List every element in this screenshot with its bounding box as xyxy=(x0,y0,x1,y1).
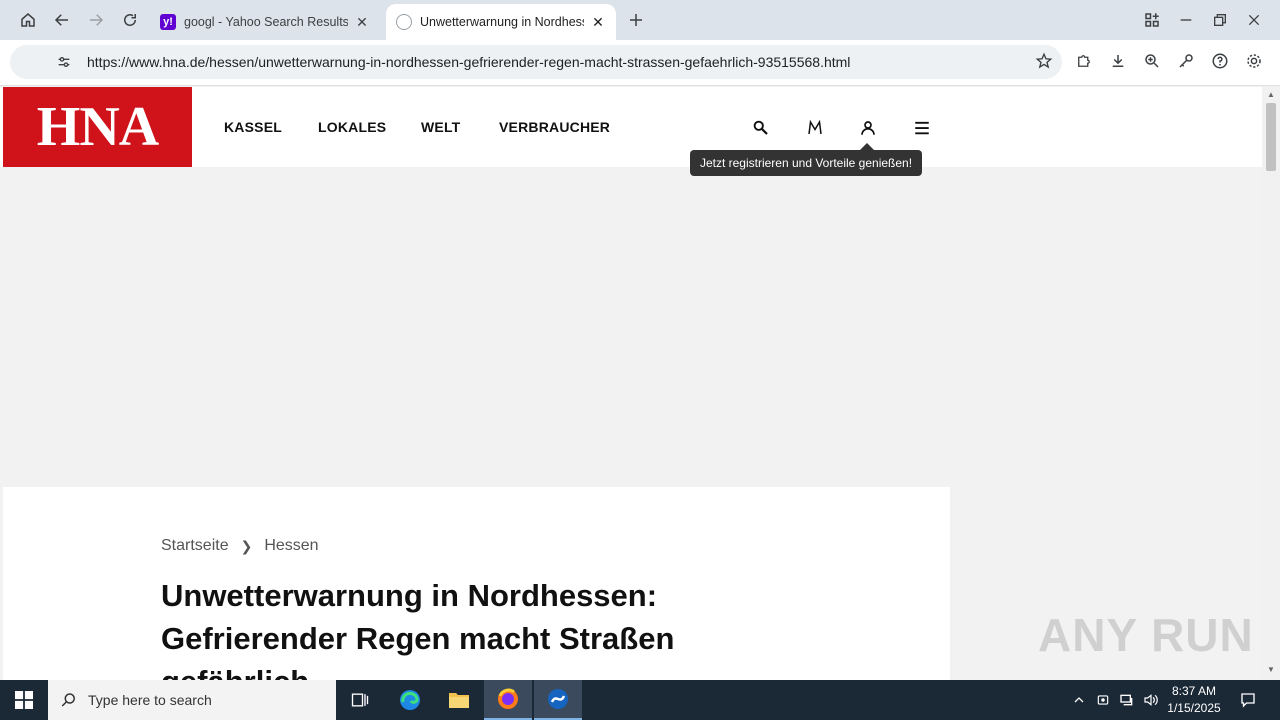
yahoo-icon: y! xyxy=(160,14,176,30)
key-icon[interactable] xyxy=(1174,49,1198,73)
site-header: HNA KASSEL LOKALES WELT VERBRAUCHER Jetz… xyxy=(0,87,1262,176)
zoom-icon[interactable] xyxy=(1140,49,1164,73)
nav-lokales[interactable]: LOKALES xyxy=(318,119,386,135)
hna-logo[interactable]: HNA xyxy=(3,87,192,167)
help-icon[interactable] xyxy=(1208,49,1232,73)
network-icon[interactable] xyxy=(1116,680,1138,720)
browser-tabbar: y! googl - Yahoo Search Results ✕ Unwett… xyxy=(0,0,1280,40)
breadcrumb-startseite[interactable]: Startseite xyxy=(161,537,229,555)
task-view-icon[interactable] xyxy=(336,680,384,720)
scroll-thumb[interactable] xyxy=(1266,103,1276,171)
scrollbar[interactable]: ▲ ▼ xyxy=(1262,87,1280,680)
user-icon[interactable] xyxy=(855,115,881,141)
nav-welt[interactable]: WELT xyxy=(421,119,460,135)
taskbar-search[interactable]: Type here to search xyxy=(48,680,336,720)
globe-icon xyxy=(396,14,412,30)
file-explorer-icon[interactable] xyxy=(435,680,483,720)
tab-title: googl - Yahoo Search Results xyxy=(184,15,348,29)
restore-icon[interactable] xyxy=(1206,6,1234,34)
article-headline: Unwetterwarnung in Nordhessen: Gefrieren… xyxy=(161,578,675,680)
close-window-icon[interactable] xyxy=(1240,6,1268,34)
clock-date: 1/15/2025 xyxy=(1167,701,1221,715)
tab-hna-article[interactable]: Unwetterwarnung in Nordhessen: Gefrieren… xyxy=(386,4,616,40)
meeting-icon[interactable] xyxy=(1092,680,1114,720)
merkur-m-icon[interactable] xyxy=(802,115,828,141)
back-icon[interactable] xyxy=(48,6,76,34)
clock-time: 8:37 AM xyxy=(1171,684,1217,698)
search-icon xyxy=(60,691,78,709)
windows-start-icon[interactable] xyxy=(0,680,48,720)
extensions-grid-icon[interactable] xyxy=(1138,6,1166,34)
system-clock[interactable]: 8:37 AM 1/15/2025 xyxy=(1160,683,1228,717)
gear-icon[interactable] xyxy=(1242,49,1266,73)
register-tooltip: Jetzt registrieren und Vorteile genießen… xyxy=(690,143,922,176)
windows-taskbar: Type here to search 8:37 AM 1/15/2025 xyxy=(0,680,1280,720)
reload-icon[interactable] xyxy=(116,6,144,34)
tab-yahoo-search[interactable]: y! googl - Yahoo Search Results ✕ xyxy=(150,4,380,40)
edge-icon[interactable] xyxy=(386,680,434,720)
new-tab-icon[interactable] xyxy=(622,6,650,34)
site-settings-icon[interactable] xyxy=(52,50,76,74)
url-text: https://www.hna.de/hessen/unwetterwarnun… xyxy=(87,54,851,70)
app-icon[interactable] xyxy=(534,680,582,720)
web-page: HNA KASSEL LOKALES WELT VERBRAUCHER Jetz… xyxy=(0,87,1262,680)
article-card: Startseite ❯ Hessen Unwetterwarnung in N… xyxy=(3,487,950,680)
notification-icon[interactable] xyxy=(1234,680,1262,720)
extension-puzzle-icon[interactable] xyxy=(1072,49,1096,73)
home-icon[interactable] xyxy=(14,6,42,34)
scroll-down-icon[interactable]: ▼ xyxy=(1266,665,1276,675)
address-bar[interactable]: https://www.hna.de/hessen/unwetterwarnun… xyxy=(10,45,1062,79)
tab-title: Unwetterwarnung in Nordhessen: Gefrieren… xyxy=(420,15,584,29)
nav-verbraucher[interactable]: VERBRAUCHER xyxy=(499,119,610,135)
anyrun-watermark: ANY RUN xyxy=(1038,609,1254,661)
breadcrumb-hessen[interactable]: Hessen xyxy=(264,537,318,555)
menu-icon[interactable] xyxy=(909,115,935,141)
search-placeholder: Type here to search xyxy=(88,692,212,708)
volume-icon[interactable] xyxy=(1140,680,1162,720)
star-icon[interactable] xyxy=(1032,49,1056,73)
browser-toolbar: https://www.hna.de/hessen/unwetterwarnun… xyxy=(0,40,1280,86)
minimize-icon[interactable] xyxy=(1172,6,1200,34)
search-icon[interactable] xyxy=(748,115,774,141)
chevron-right-icon: ❯ xyxy=(240,537,253,554)
close-icon[interactable]: ✕ xyxy=(354,14,370,31)
scroll-up-icon[interactable]: ▲ xyxy=(1266,90,1276,100)
breadcrumb: Startseite ❯ Hessen xyxy=(161,537,319,555)
nav-kassel[interactable]: KASSEL xyxy=(224,119,282,135)
close-icon[interactable]: ✕ xyxy=(590,14,606,31)
chevron-up-icon[interactable] xyxy=(1068,680,1090,720)
forward-icon[interactable] xyxy=(82,6,110,34)
firefox-icon[interactable] xyxy=(484,680,532,720)
download-icon[interactable] xyxy=(1106,49,1130,73)
